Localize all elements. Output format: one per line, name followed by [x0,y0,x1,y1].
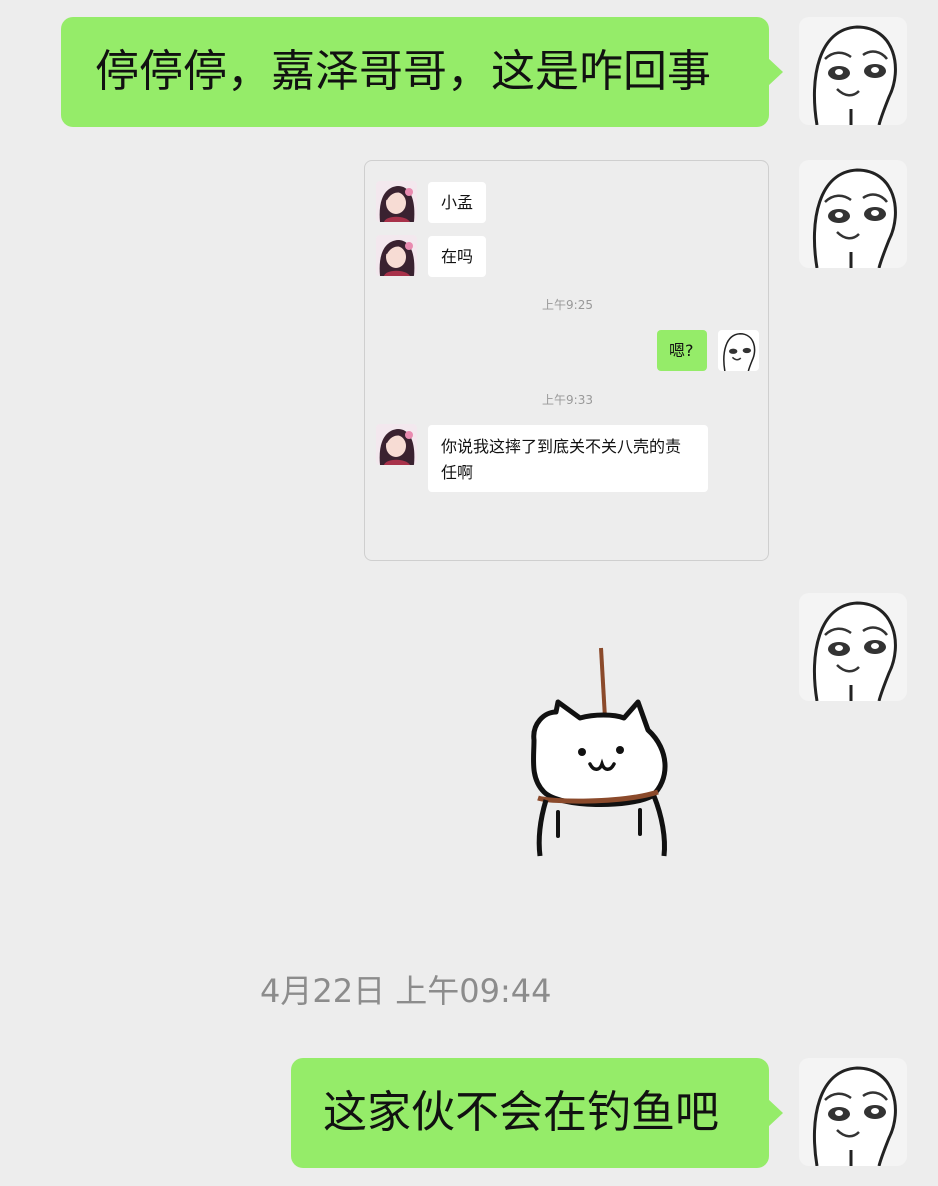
meme-face-avatar-small [718,330,759,371]
message-bubble-1[interactable]: 停停停，嘉泽哥哥，这是咋回事 [61,17,783,127]
meme-face-icon [813,1066,897,1166]
embedded-message-1: 小孟 [428,182,487,223]
self-avatar-1[interactable] [799,17,907,125]
embedded-message-2: 在吗 [428,236,487,277]
anime-girl-avatar [376,424,417,465]
message-bubble-2[interactable]: 这家伙不会在钓鱼吧 [291,1058,783,1168]
embedded-time-2: 上午9:33 [542,393,593,407]
embedded-message-3-line-2: 任啊 [441,463,474,482]
anime-girl-avatar [376,235,417,276]
self-avatar-3[interactable] [799,593,907,701]
self-avatar-4[interactable] [799,1058,907,1166]
embedded-chat-screenshot[interactable]: 小孟 在吗 上午9:25 嗯? 上午9:33 你说我这摔了到底关不关八壳的责 任… [364,160,769,561]
self-avatar-2[interactable] [799,160,907,268]
embedded-message-3: 你说我这摔了到底关不关八壳的责 任啊 [428,425,708,492]
hanging-cat-sticker[interactable] [520,640,680,860]
chat-timestamp: 4月22日 上午09:44 [260,972,552,1010]
anime-girl-avatar [376,181,417,222]
embedded-time-1: 上午9:25 [542,298,593,312]
meme-face-icon [813,25,897,125]
hanging-cat-icon [530,647,668,857]
meme-face-icon [813,601,897,701]
embedded-message-3-line-1: 你说我这摔了到底关不关八壳的责 [441,437,682,456]
embedded-reply: 嗯? [657,330,707,371]
meme-face-icon [813,168,897,268]
